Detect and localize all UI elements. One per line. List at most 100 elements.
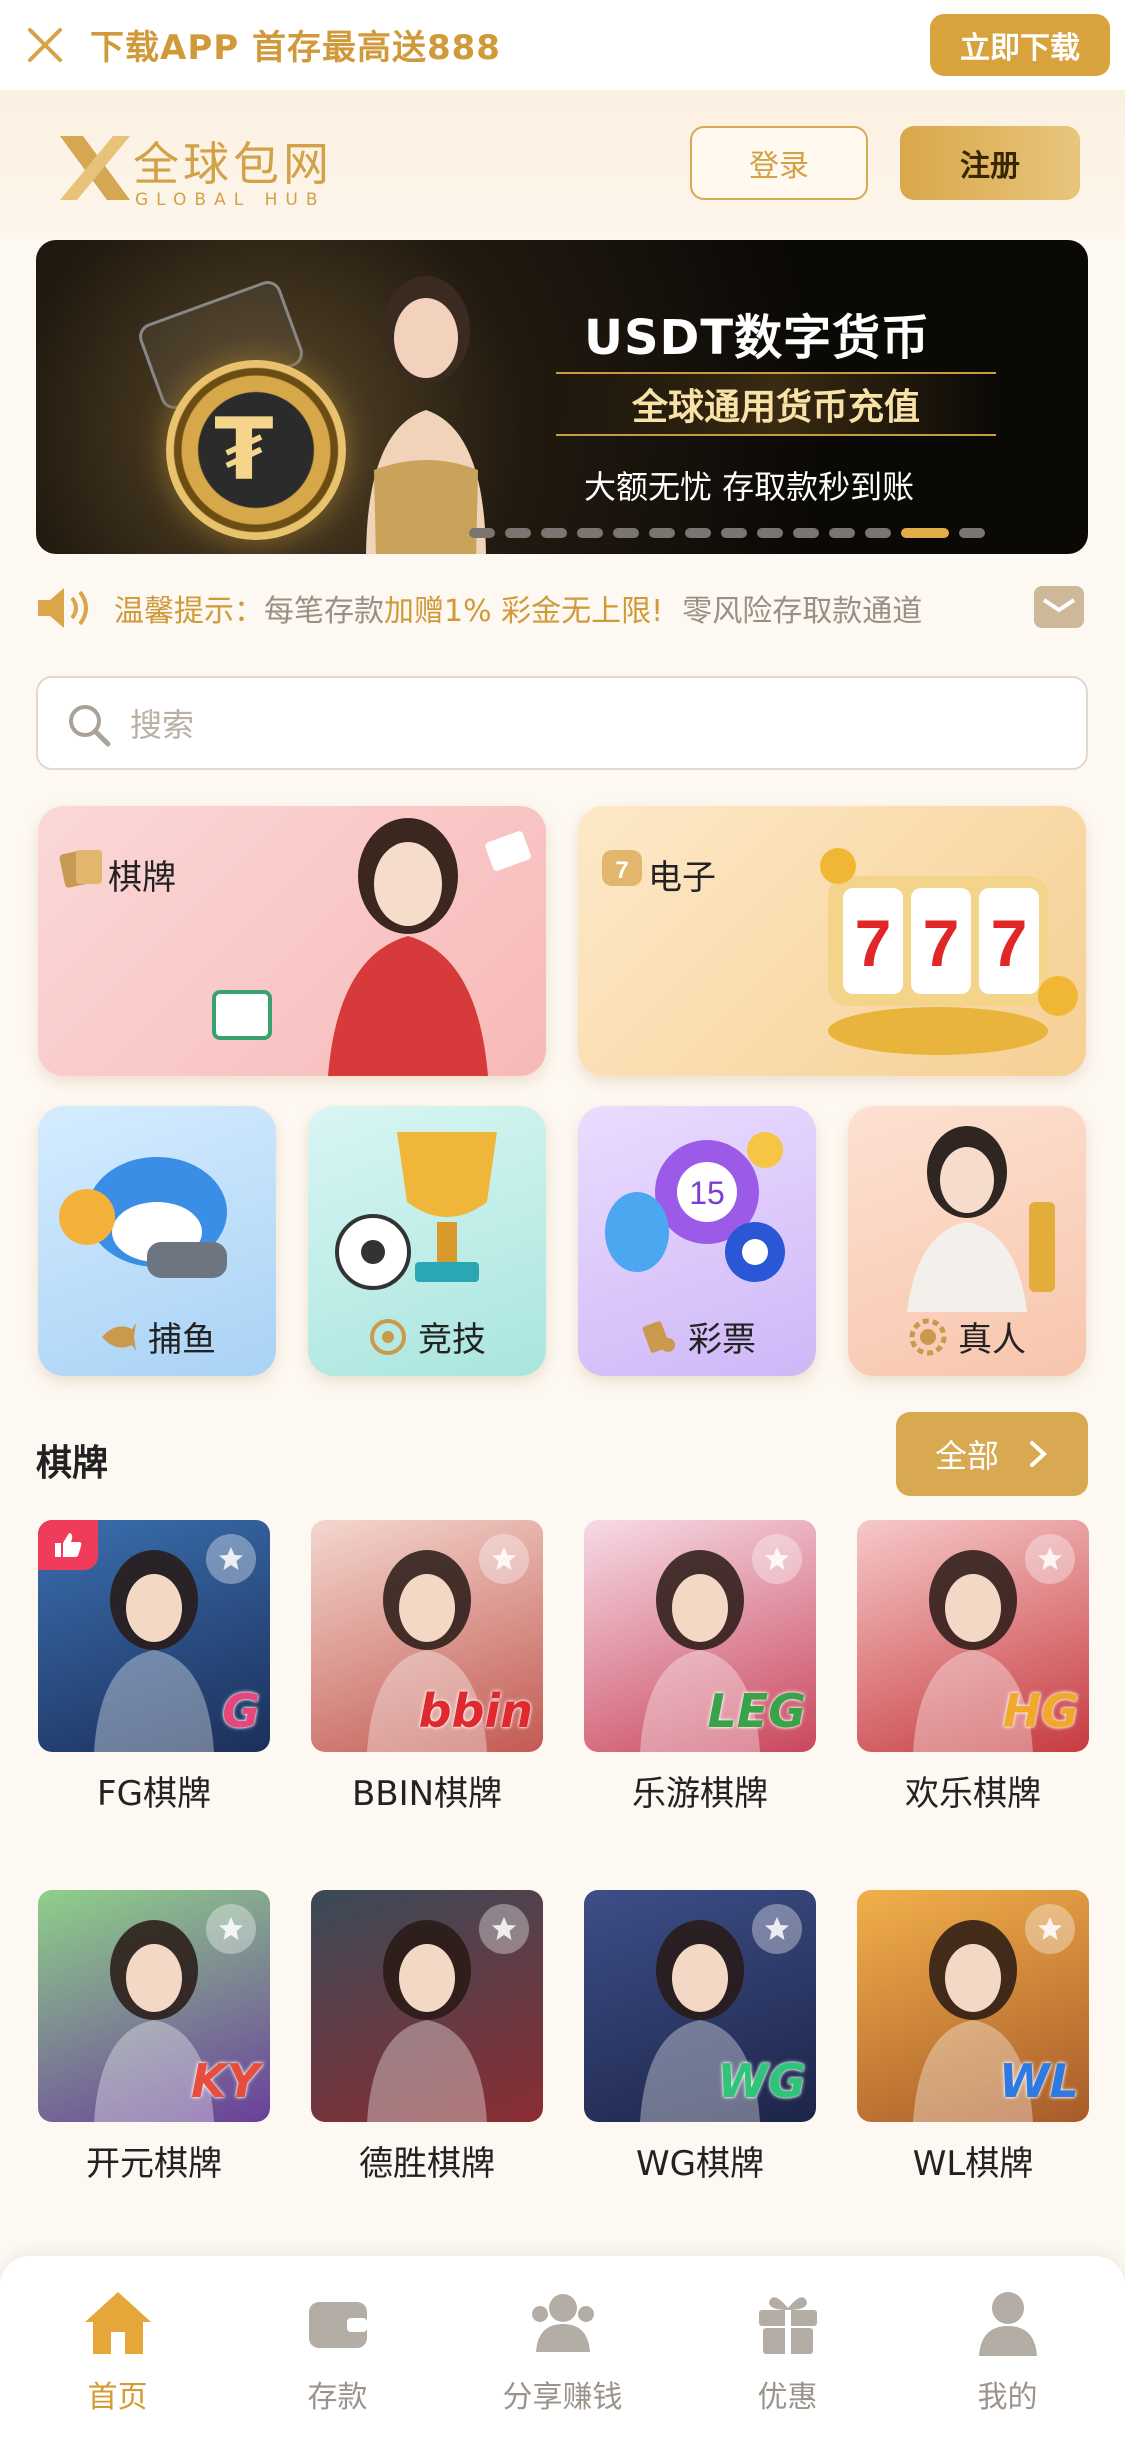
game-name: WL棋牌 [912, 2144, 1034, 2184]
view-all-label: 全部 [934, 1437, 999, 1475]
notice-part2: 加赠1% 彩金无上限! [384, 594, 664, 629]
favorite-star-icon[interactable] [479, 1534, 529, 1584]
nav-label: 我的 [977, 2380, 1038, 2415]
provider-logo: WG [717, 2054, 807, 2108]
search-input[interactable] [128, 696, 1028, 754]
site-logo[interactable]: 全球包网 GLOBAL HUB [55, 128, 345, 218]
svg-text:7: 7 [991, 906, 1028, 980]
category-label-row: 捕鱼 [38, 1312, 276, 1361]
category-electronic-card[interactable]: 7 电子 7 7 7 [578, 806, 1086, 1076]
game-tile[interactable]: bbin BBIN棋牌 [311, 1520, 543, 1814]
game-name: 德胜棋牌 [359, 2144, 495, 2184]
pagination-dot[interactable] [505, 528, 531, 538]
favorite-star-icon[interactable] [206, 1904, 256, 1954]
slot-machine-image: 7 7 7 [820, 848, 1078, 1055]
provider-logo: G [222, 1684, 260, 1738]
nav-deposit[interactable]: 存款 [225, 2288, 450, 2415]
login-button[interactable]: 登录 [690, 126, 868, 200]
chevron-right-icon [1030, 1441, 1047, 1467]
category-sports-card[interactable]: 竞技 [308, 1106, 546, 1376]
category-fishing-card[interactable]: 捕鱼 [38, 1106, 276, 1376]
mail-icon[interactable] [1034, 586, 1084, 628]
svg-text:7: 7 [615, 857, 628, 884]
pagination-dot[interactable] [865, 528, 891, 538]
game-thumbnail[interactable]: HG [857, 1520, 1089, 1752]
category-label: 电子 [648, 858, 716, 898]
nav-profile[interactable]: 我的 [895, 2288, 1120, 2415]
section-title: 棋牌 [36, 1443, 109, 1484]
pagination-dot[interactable] [649, 528, 675, 538]
game-name: BBIN棋牌 [351, 1774, 503, 1814]
nav-home[interactable]: 首页 [5, 2288, 230, 2415]
pagination-dot[interactable] [577, 528, 603, 538]
notice-label: 温馨提示： [114, 594, 264, 629]
notice-text: 温馨提示：每笔存款加赠1% 彩金无上限! 零风险存取款通道 [114, 586, 1019, 630]
logo-x-icon [60, 136, 130, 200]
pagination-dot[interactable] [685, 528, 711, 538]
game-tile[interactable]: HG 欢乐棋牌 [857, 1520, 1089, 1814]
game-tile[interactable]: G FG棋牌 [38, 1520, 270, 1814]
game-thumbnail[interactable]: LEG [584, 1520, 816, 1752]
register-button[interactable]: 注册 [900, 126, 1080, 200]
provider-logo: KY [191, 2054, 260, 2108]
svg-text:7: 7 [923, 906, 960, 980]
nav-label: 首页 [87, 2380, 148, 2415]
category-label: 捕鱼 [148, 1320, 216, 1360]
pagination-dot[interactable] [541, 528, 567, 538]
pagination-dot[interactable] [613, 528, 639, 538]
live-dealer-image [907, 1126, 1055, 1312]
category-live-card[interactable]: 真人 [848, 1106, 1086, 1376]
nav-promotions[interactable]: 优惠 [675, 2288, 900, 2415]
pagination-dot[interactable] [757, 528, 783, 538]
pagination-dot[interactable] [829, 528, 855, 538]
search-icon [69, 705, 111, 747]
trophy-image [335, 1132, 497, 1290]
soccer-ball-icon [370, 1318, 406, 1355]
game-tile[interactable]: LEG 乐游棋牌 [584, 1520, 816, 1814]
promo-banner[interactable]: ₮ USDT数字货币 全球通用货币充值 大额无忧 存取款秒到账 [36, 240, 1088, 554]
speaker-icon [38, 588, 88, 628]
lottery-balls-image: 15 [605, 1132, 785, 1282]
category-lottery-card[interactable]: 15 彩票 [578, 1106, 816, 1376]
favorite-star-icon[interactable] [206, 1534, 256, 1584]
banner-title: USDT数字货币 [584, 310, 931, 366]
download-now-button[interactable]: 立即下载 [930, 14, 1110, 76]
game-thumbnail[interactable]: KY [38, 1890, 270, 2122]
favorite-star-icon[interactable] [479, 1904, 529, 1954]
game-thumbnail[interactable]: G [38, 1520, 270, 1752]
pagination-dot[interactable] [469, 528, 495, 538]
game-name: FG棋牌 [97, 1774, 211, 1814]
nav-label: 分享赚钱 [502, 2380, 623, 2415]
game-thumbnail[interactable] [311, 1890, 543, 2122]
favorite-star-icon[interactable] [1025, 1904, 1075, 1954]
category-chess-card[interactable]: 棋牌 [38, 806, 546, 1076]
favorite-star-icon[interactable] [752, 1534, 802, 1584]
nav-label: 存款 [307, 2380, 368, 2415]
category-label-row: 彩票 [578, 1312, 816, 1361]
game-thumbnail[interactable]: WL [857, 1890, 1089, 2122]
game-thumbnail[interactable]: WG [584, 1890, 816, 2122]
pagination-dot[interactable] [959, 528, 985, 538]
chess-model-image [328, 818, 531, 1076]
category-label-row: 竞技 [308, 1312, 546, 1361]
nav-share[interactable]: 分享赚钱 [450, 2288, 675, 2415]
game-name: WG棋牌 [636, 2144, 764, 2184]
close-icon[interactable] [24, 24, 66, 66]
view-all-button[interactable]: 全部 [896, 1412, 1088, 1496]
favorite-star-icon[interactable] [1025, 1534, 1075, 1584]
game-thumbnail[interactable]: bbin [311, 1520, 543, 1752]
pagination-dot[interactable] [793, 528, 819, 538]
category-label: 棋牌 [108, 858, 176, 898]
banner-subtitle: 全球通用货币充值 [556, 372, 996, 436]
game-tile[interactable]: WL WL棋牌 [857, 1890, 1089, 2184]
game-tile[interactable]: WG WG棋牌 [584, 1890, 816, 2184]
favorite-star-icon[interactable] [752, 1904, 802, 1954]
game-tile[interactable]: 德胜棋牌 [311, 1890, 543, 2184]
bottom-navigation: 首页 存款 分享赚钱 优惠 我的 [0, 2256, 1125, 2442]
pagination-dot[interactable] [721, 528, 747, 538]
logo-text-cn: 全球包网 [133, 137, 333, 191]
pagination-dot[interactable] [901, 528, 949, 538]
game-tile[interactable]: KY 开元棋牌 [38, 1890, 270, 2184]
game-name: 乐游棋牌 [632, 1774, 768, 1814]
category-label: 彩票 [688, 1320, 756, 1360]
